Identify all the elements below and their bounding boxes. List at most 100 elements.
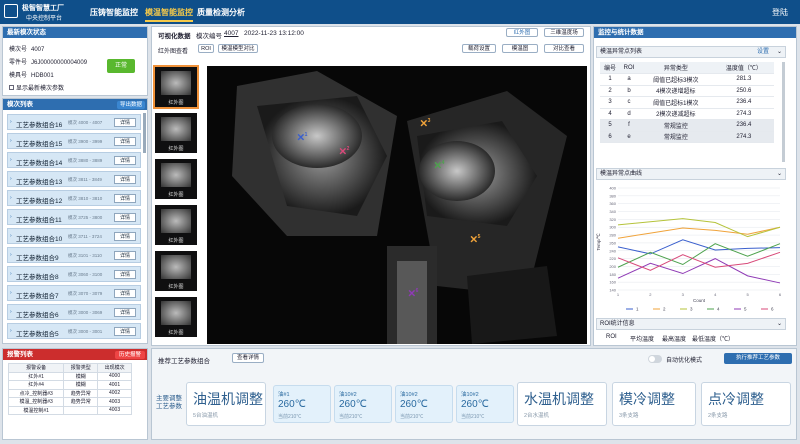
- abnormal-row[interactable]: 4 d 2模次递减超标 274.3: [600, 108, 774, 120]
- mold-list-item[interactable]: › 工艺参数组合7 模次 3070 - 3079 详情: [7, 285, 141, 301]
- abnormal-cell: 5: [600, 119, 621, 132]
- ir-thumbnail[interactable]: 红外图: [155, 113, 197, 153]
- mold-list-item[interactable]: › 工艺参数组合13 模次 3811 - 3849 详情: [7, 171, 141, 187]
- thumbnail-image: [161, 71, 191, 95]
- abnormal-cell: 阈值已超标3模次: [637, 73, 714, 86]
- detail-button[interactable]: 详情: [114, 327, 136, 336]
- roi-button[interactable]: ROI: [198, 44, 214, 53]
- y-tick-label: 240: [609, 248, 616, 253]
- mold-list-item[interactable]: › 工艺参数组合6 模次 3000 - 3069 详情: [7, 304, 141, 320]
- alarm-row[interactable]: 模温控制#1 4003: [7, 405, 132, 415]
- oil-tile[interactable]: 油10#2 260℃ 当前210℃: [334, 385, 392, 423]
- load-settings-button[interactable]: 载荷设置: [462, 44, 496, 53]
- list-scrollbar[interactable]: [143, 113, 146, 153]
- thumbnail-image: [161, 117, 191, 141]
- chevron-right-icon: ›: [10, 233, 12, 239]
- mold-list-item[interactable]: › 工艺参数组合14 模次 3880 - 3889 详情: [7, 152, 141, 168]
- detail-button[interactable]: 详情: [114, 175, 136, 184]
- water-adjust-card[interactable]: 水温机调整 2台水温机: [517, 382, 607, 426]
- spot-cool-card[interactable]: 点冷调整 2条支路: [701, 382, 791, 426]
- detail-button[interactable]: 详情: [114, 251, 136, 260]
- marker-3[interactable]: ×3: [420, 116, 430, 129]
- settings-link[interactable]: 设置: [757, 47, 769, 58]
- marker-2[interactable]: ×2: [339, 144, 349, 157]
- alarm-row[interactable]: 红外#4 模糊 4001: [7, 380, 132, 390]
- execute-button[interactable]: 执行推荐工艺参数: [724, 353, 792, 364]
- mold-item-name: 工艺参数组合6: [16, 312, 59, 319]
- x-tick-label: 3: [682, 292, 685, 297]
- oil-tile[interactable]: 油#1 260℃ 当前210℃: [273, 385, 331, 423]
- mold-list-item[interactable]: › 工艺参数组合9 模次 3101 - 3110 详情: [7, 247, 141, 263]
- mold-no-row: 模次号 4007: [9, 47, 45, 53]
- detail-button[interactable]: 详情: [114, 118, 136, 127]
- chevron-right-icon: ›: [10, 271, 12, 277]
- abnormal-row[interactable]: 3 c 阈值已超标1模次 236.4: [600, 96, 774, 109]
- mold-list-item[interactable]: › 工艺参数组合12 模次 3810 - 3810 详情: [7, 190, 141, 206]
- nav-quality[interactable]: 质量检测分析: [197, 7, 245, 18]
- marker-4[interactable]: ×4: [434, 158, 444, 171]
- abnormal-section-header[interactable]: 模温异常点列表 设置 ⌄: [596, 46, 786, 58]
- alarm-row[interactable]: 模温_控制器#3 趋势异常 4003: [7, 397, 132, 407]
- detail-button[interactable]: 详情: [114, 232, 136, 241]
- export-button[interactable]: 导出数据: [117, 101, 145, 109]
- history-alarm-button[interactable]: 历史报警: [115, 351, 145, 359]
- abnormal-row[interactable]: 2 b 4模次递增超标 250.6: [600, 85, 774, 97]
- mold-item-range: 模次 4000 - 4007: [68, 120, 103, 125]
- abnormal-row[interactable]: 6 e 常规监控 274.3: [600, 131, 774, 143]
- y-tick-label: 340: [609, 209, 616, 214]
- abnormal-row[interactable]: 1 a 阈值已超标3模次 281.3: [600, 73, 774, 86]
- ir-button[interactable]: 红外图: [506, 28, 538, 37]
- mold-list-item[interactable]: › 工艺参数组合5 模次 3000 - 3001 详情: [7, 323, 141, 339]
- abnormal-cell: 4: [600, 108, 621, 120]
- detail-button[interactable]: 详情: [114, 213, 136, 222]
- mold-list-item[interactable]: › 工艺参数组合16 模次 4000 - 4007 详情: [7, 114, 141, 130]
- alarm-row[interactable]: 点冷_控制器#3 趋势异常 4002: [7, 388, 132, 398]
- mold-list-item[interactable]: › 工艺参数组合10 模次 3711 - 3724 详情: [7, 228, 141, 244]
- roi-section-header[interactable]: ROI统计信息 ⌄: [596, 318, 786, 330]
- temp-field-3d-button[interactable]: 三维温度场: [544, 28, 584, 37]
- nav-diecast[interactable]: 压铸智能监控: [90, 7, 138, 18]
- oil-adjust-card[interactable]: 油温机调整 5台油温机: [186, 382, 266, 426]
- abnormal-cell: d: [620, 108, 638, 120]
- view-detail-button[interactable]: 查看详情: [232, 353, 264, 363]
- ir-thumbnail[interactable]: 红外图: [155, 297, 197, 337]
- mold-cool-card[interactable]: 模冷调整 3条支路: [612, 382, 696, 426]
- auto-optimize-toggle[interactable]: [648, 355, 662, 363]
- alarm-row[interactable]: 红外#1 模糊 4000: [7, 371, 132, 381]
- table-scrollbar[interactable]: [782, 62, 785, 162]
- legend-label: 5: [744, 307, 747, 312]
- marker-1[interactable]: ×1: [297, 130, 307, 143]
- temp-map-button[interactable]: 模温图: [502, 44, 538, 53]
- detail-button[interactable]: 详情: [114, 270, 136, 279]
- marker-6[interactable]: ×6: [408, 286, 418, 299]
- ir-image-view[interactable]: ×1 ×2 ×3 ×4 ×5 ×6: [207, 66, 587, 344]
- roi-header-cell: 最高温度: [662, 337, 687, 343]
- mold-list-item[interactable]: › 工艺参数组合15 模次 3900 - 3999 详情: [7, 133, 141, 149]
- curve-section-header[interactable]: 模温异常点曲线 ⌄: [596, 168, 786, 180]
- show-latest-checkbox[interactable]: 显示最新模次参数: [9, 83, 64, 92]
- ir-thumbnail[interactable]: 红外图: [155, 205, 197, 245]
- ir-thumbnail[interactable]: 红外图: [153, 65, 199, 109]
- nav-mold-temp[interactable]: 模温智能监控: [145, 7, 193, 22]
- compare-button[interactable]: 模温模型对比: [218, 44, 258, 53]
- mold-item-name: 工艺参数组合10: [16, 236, 63, 243]
- detail-button[interactable]: 详情: [114, 156, 136, 165]
- contrast-view-button[interactable]: 对比查看: [544, 44, 584, 53]
- mold-number-link[interactable]: 4007: [224, 30, 238, 37]
- mold-label: 模次编号: [196, 33, 222, 40]
- marker-5[interactable]: ×5: [470, 232, 480, 245]
- ir-thumbnail[interactable]: 红外图: [155, 159, 197, 199]
- mold-list-item[interactable]: › 工艺参数组合11 模次 3725 - 3800 详情: [7, 209, 141, 225]
- detail-button[interactable]: 详情: [114, 137, 136, 146]
- login-link[interactable]: 登陆: [772, 7, 788, 18]
- ir-thumbnail[interactable]: 红外图: [155, 251, 197, 291]
- mold-list-item[interactable]: › 工艺参数组合8 模次 3060 - 3100 详情: [7, 266, 141, 282]
- abnormal-cell: 2模次递减超标: [637, 108, 714, 120]
- abnormal-row[interactable]: 5 f 常规监控 236.4: [600, 119, 774, 132]
- detail-button[interactable]: 详情: [114, 289, 136, 298]
- detail-button[interactable]: 详情: [114, 194, 136, 203]
- oil-tile[interactable]: 油10#2 260℃ 当前210℃: [456, 385, 514, 423]
- roi-header-cell: 最低温度（℃）: [692, 337, 735, 343]
- oil-tile[interactable]: 油10#2 260℃ 当前210℃: [395, 385, 453, 423]
- detail-button[interactable]: 详情: [114, 308, 136, 317]
